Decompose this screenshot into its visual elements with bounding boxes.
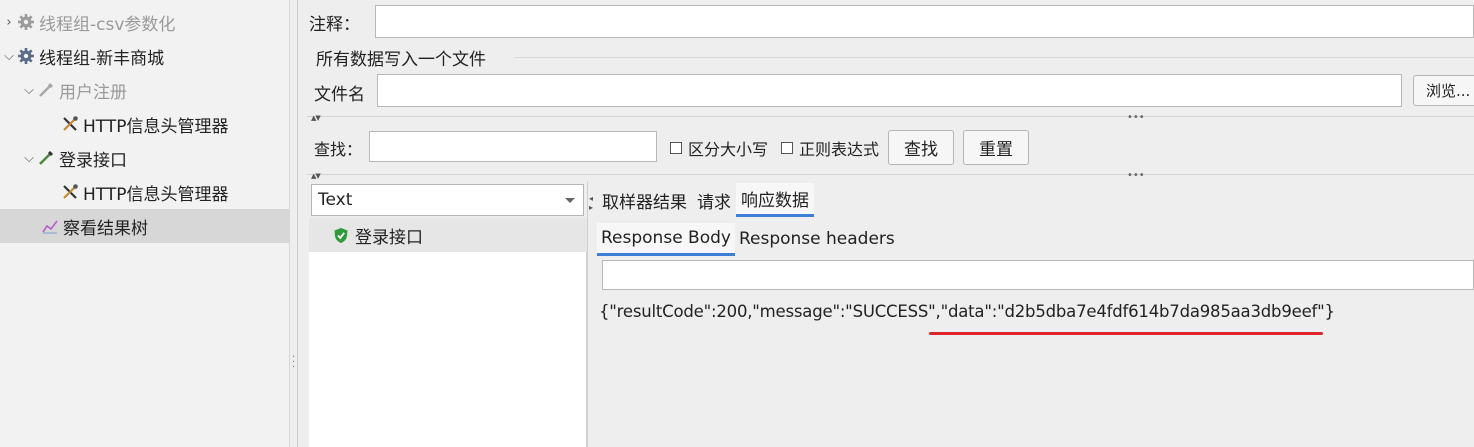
result-tabs: 取样器结果 请求 响应数据: [597, 182, 814, 218]
success-shield-icon: [331, 226, 351, 244]
tree-node-user-register[interactable]: ⌵ 用户注册: [22, 73, 127, 107]
pipette-icon: [36, 80, 56, 100]
tree-node-label: HTTP信息头管理器: [83, 116, 229, 137]
tree-node-xinfeng-thread-group[interactable]: ⌵ 线程组-新丰商城: [2, 39, 164, 73]
expanded-arrow-icon[interactable]: ⌵: [2, 49, 16, 64]
response-body-text: {"resultCode":200,"message":"SUCCESS","d…: [599, 302, 1335, 321]
tab-response-data[interactable]: 响应数据: [736, 183, 814, 217]
red-underline-annotation: [929, 332, 1323, 335]
search-input[interactable]: [369, 131, 657, 162]
renderer-select[interactable]: Text: [311, 184, 584, 216]
tree-node-label: 察看结果树: [63, 218, 148, 239]
tree-node-csv-thread-group[interactable]: › 线程组-csv参数化: [2, 5, 175, 39]
response-subtabs: Response Body Response headers: [597, 222, 899, 256]
chart-icon: [40, 216, 60, 236]
collapse-arrows-icon[interactable]: ▲▼: [311, 172, 321, 180]
tools-icon: [60, 114, 80, 134]
regex-label: 正则表达式: [799, 140, 880, 159]
tree-node-http-header-manager-2[interactable]: HTTP信息头管理器: [60, 175, 229, 209]
checkbox-box[interactable]: [781, 142, 793, 154]
tab-sampler-result[interactable]: 取样器结果: [597, 183, 692, 217]
checkbox-box[interactable]: [670, 142, 682, 154]
result-splitter[interactable]: ◂ ▸: [587, 182, 595, 447]
collapse-arrows-icon[interactable]: ◂ ▸: [589, 194, 593, 212]
search-label: 查找：: [314, 140, 363, 159]
response-text-part: }: [1324, 302, 1336, 321]
tab-response-body[interactable]: Response Body: [597, 222, 735, 256]
response-data-highlight: ,"data":"d2b5dba7e4fdf614b7da985aa3db9ee…: [935, 302, 1325, 321]
filename-label: 文件名: [314, 85, 365, 105]
test-plan-tree: › 线程组-csv参数化 ⌵ 线程组-新丰商城 ⌵ 用户注册 HTTP信息头管理…: [0, 0, 290, 447]
find-button[interactable]: 查找: [888, 130, 954, 165]
sample-result-list: 登录接口: [309, 218, 587, 447]
jmeter-window: › 线程组-csv参数化 ⌵ 线程组-新丰商城 ⌵ 用户注册 HTTP信息头管理…: [0, 0, 1474, 447]
tree-node-label: HTTP信息头管理器: [83, 184, 229, 205]
response-text-part: {"resultCode":200,"message":"SUCCESS": [599, 302, 936, 321]
reset-button[interactable]: 重置: [963, 130, 1029, 165]
tools-icon: [60, 182, 80, 202]
tab-response-headers[interactable]: Response headers: [735, 223, 899, 256]
tab-request[interactable]: 请求: [692, 183, 736, 217]
collapsed-arrow-icon[interactable]: ›: [2, 15, 16, 30]
case-sensitive-label: 区分大小写: [688, 140, 769, 159]
regex-checkbox[interactable]: 正则表达式: [781, 136, 879, 160]
tree-node-label: 用户注册: [59, 82, 127, 103]
tree-node-view-results-tree[interactable]: 察看结果树: [0, 209, 289, 243]
gear-icon: [16, 12, 36, 32]
tree-node-http-header-manager-1[interactable]: HTTP信息头管理器: [60, 107, 229, 141]
tree-splitter[interactable]: · · ·: [290, 0, 298, 447]
write-all-section-title: 所有数据写入一个文件: [316, 50, 486, 70]
expanded-arrow-icon[interactable]: ⌵: [22, 151, 36, 166]
tree-node-login-api[interactable]: ⌵ 登录接口: [22, 141, 127, 175]
comment-input[interactable]: [375, 5, 1474, 38]
comment-label: 注释：: [309, 15, 360, 35]
splitter-grip: · · ·: [292, 352, 296, 373]
horizontal-splitter-2[interactable]: ▲▼ •••: [307, 170, 1474, 182]
results-tree-panel: 注释： 所有数据写入一个文件 文件名 浏览... ▲▼ ••• 查找： 区分大小…: [299, 0, 1474, 447]
renderer-selected-value: Text: [318, 190, 353, 210]
pipette-icon: [36, 148, 56, 168]
tree-node-label: 线程组-csv参数化: [39, 14, 176, 35]
response-search-input[interactable]: [602, 260, 1474, 290]
result-label: 登录接口: [355, 227, 423, 248]
browse-button[interactable]: 浏览...: [1413, 75, 1474, 106]
case-sensitive-checkbox[interactable]: 区分大小写: [670, 136, 768, 160]
collapse-arrows-icon[interactable]: ▲▼: [311, 114, 321, 122]
gear-icon: [16, 46, 36, 66]
expanded-arrow-icon[interactable]: ⌵: [22, 83, 36, 98]
tree-node-label: 登录接口: [59, 150, 127, 171]
filename-input[interactable]: [377, 74, 1402, 107]
splitter-grip: •••: [1127, 112, 1145, 123]
splitter-grip: •••: [1127, 170, 1145, 181]
list-item[interactable]: 登录接口: [309, 218, 587, 252]
horizontal-splitter-1[interactable]: ▲▼ •••: [307, 112, 1474, 124]
tree-node-label: 线程组-新丰商城: [39, 48, 165, 69]
section-divider: [514, 57, 1474, 58]
dropdown-arrow-icon[interactable]: [565, 198, 575, 203]
